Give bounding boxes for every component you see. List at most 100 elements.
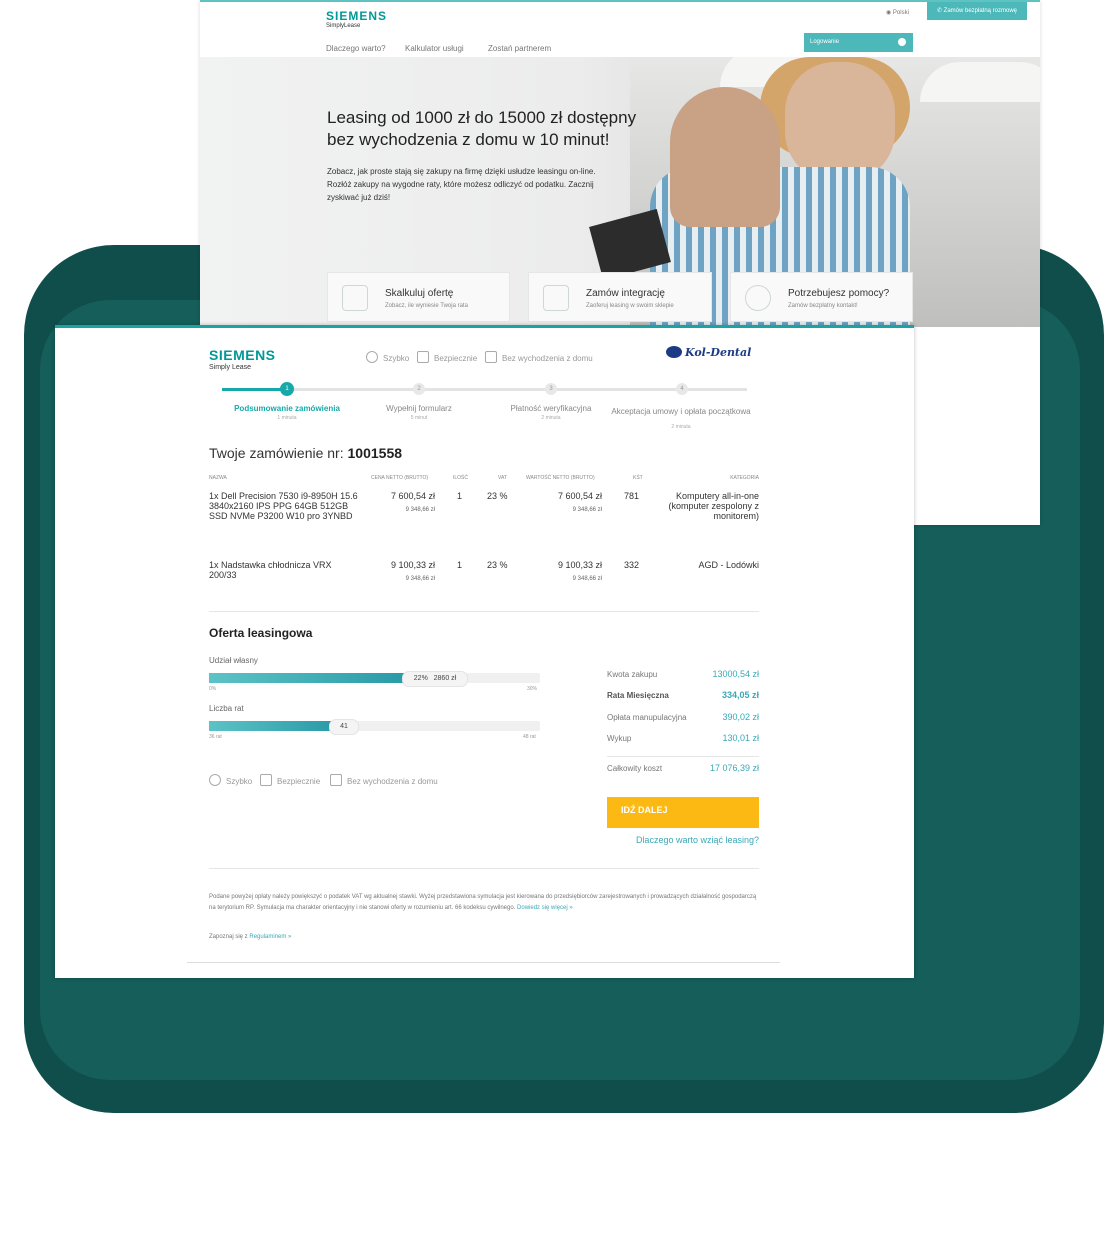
order-label: Twoje zamówienie nr:	[209, 445, 344, 461]
sliders-icon	[342, 285, 368, 311]
terms-link[interactable]: Regulaminem »	[249, 934, 291, 940]
down-payment-handle[interactable]: 22% 2860 zł	[402, 671, 468, 687]
why-leasing-link[interactable]: Dlaczego warto wziąć leasing?	[636, 835, 759, 845]
lock-icon	[417, 351, 429, 363]
go-next-button[interactable]: IDŹ DALEJ	[607, 797, 759, 828]
down-payment-fill	[209, 673, 408, 683]
feature-home: Bez wychodzenia z domu	[330, 774, 438, 786]
summary-divider	[607, 756, 759, 757]
order-number: 1001558	[347, 445, 403, 461]
feature-secure: Bezpiecznie	[260, 774, 320, 786]
order-summary-window: SIEMENS Simply Lease Szybko Bezpiecznie …	[55, 325, 914, 978]
installments-slider[interactable]: 41	[209, 719, 540, 735]
step-4-circle: 4	[676, 383, 688, 395]
card-calculate[interactable]: Skalkuluj ofertę Zobacz, ile wyniesie Tw…	[327, 272, 510, 322]
order-call-label: Zamów bezpłatną rozmowę	[943, 8, 1018, 14]
row1-kst: 781	[624, 491, 640, 501]
feature-label: Bezpiecznie	[277, 777, 321, 786]
order-call-button[interactable]: ✆ Zamów bezpłatną rozmowę	[927, 2, 1027, 20]
feature-label: Szybko	[226, 777, 253, 786]
logo-subtitle: SimplyLease	[326, 23, 361, 29]
divider	[209, 868, 759, 869]
monthly-rate-value: 334,05 zł	[721, 690, 759, 700]
screens-icon	[543, 285, 569, 311]
home-icon	[485, 351, 497, 363]
row1-value-gross: 9 348,66 zł	[572, 507, 602, 513]
feature-label: Bez wychodzenia z domu	[502, 354, 593, 363]
siemens-logo[interactable]: SIEMENS	[326, 9, 387, 23]
login-button[interactable]: Logowanie	[804, 33, 913, 52]
card-title: Zamów integrację	[586, 288, 665, 299]
step-4-label: Akceptacja umowy i opłata początkowa	[611, 407, 751, 416]
down-payment-slider[interactable]: 22% 2860 zł	[209, 671, 540, 687]
installments-value: 41	[340, 723, 348, 730]
feature-fast: Szybko	[209, 774, 252, 786]
down-payment-percent: 22%	[413, 675, 428, 682]
step-4-meta: 2 minuta	[671, 424, 691, 430]
step-1-circle: 1	[280, 382, 294, 396]
row1-category: Komputery all-in-one (komputer zespolony…	[668, 491, 759, 521]
step-1-label: Podsumowanie zamówienia	[234, 404, 340, 413]
row1-name: 1x Dell Precision 7530 i9-8950H 15.6 384…	[209, 491, 358, 521]
feature-home: Bez wychodzenia z domu	[485, 351, 593, 363]
step-3-label: Płatność weryfikacyjna	[510, 404, 592, 413]
page-footer-line	[187, 962, 780, 963]
divider	[209, 611, 759, 612]
feature-secure: Bezpiecznie	[417, 351, 477, 363]
installments-fill	[209, 721, 335, 731]
row1-price: 7 600,54 zł	[390, 491, 435, 501]
nav-partner[interactable]: Zostań partnerem	[488, 44, 551, 53]
man-face-image	[670, 87, 780, 227]
hero-title: Leasing od 1000 zł do 15000 zł dostępny …	[327, 108, 637, 149]
step-3-circle: 3	[545, 383, 557, 395]
down-payment-min: 0%	[209, 686, 217, 692]
step-1-meta: 1 minuta	[277, 415, 297, 421]
partner-emblem-icon	[666, 346, 682, 358]
feature-fast: Szybko	[366, 351, 409, 363]
terms-note: Zapoznaj się z Regulaminem »	[209, 934, 291, 940]
row2-price: 9 100,33 zł	[390, 560, 435, 570]
col-vat: VAT	[498, 475, 507, 481]
buyout-value: 130,01 zł	[722, 733, 759, 743]
row2-value: 9 100,33 zł	[557, 560, 602, 570]
siemens-logo[interactable]: SIEMENS	[209, 347, 276, 363]
monthly-rate-label: Rata Miesięczna	[607, 691, 669, 700]
order-heading: Twoje zamówienie nr: 1001558	[209, 445, 402, 461]
logo-subtitle: Simply Lease	[209, 364, 252, 371]
feature-label: Bez wychodzenia z domu	[347, 777, 438, 786]
language-selector[interactable]: ◉ Polski	[886, 9, 909, 16]
col-kst: KŚT	[633, 475, 643, 481]
nav-calculator[interactable]: Kalkulator usługi	[405, 44, 464, 53]
row1-value: 7 600,54 zł	[557, 491, 602, 501]
clock-icon	[366, 351, 378, 363]
row2-price-gross: 9 348,66 zł	[405, 576, 435, 582]
step-2-meta: 5 minut	[410, 415, 428, 421]
col-category: Kategoria	[730, 475, 759, 481]
installments-max: 48 rat	[523, 734, 536, 740]
col-price: Cena netto (brutto)	[371, 475, 429, 481]
feature-label: Bezpiecznie	[434, 354, 478, 363]
installments-min: 36 rat	[209, 734, 222, 740]
disclaimer: Podane powyżej opłaty należy powiększyć …	[209, 892, 759, 914]
card-integration[interactable]: Zamów integrację Zaoferuj leasing w swoi…	[528, 272, 712, 322]
clock-icon	[209, 774, 221, 786]
progress-track	[222, 388, 747, 391]
buyout-label: Wykup	[607, 734, 632, 743]
card-subtitle: Zamów bezpłatny kontakt!	[788, 303, 858, 309]
headset-icon	[745, 285, 771, 311]
row1-qty: 1	[457, 491, 463, 501]
installments-handle[interactable]: 41	[329, 719, 359, 735]
card-help[interactable]: Potrzebujesz pomocy? Zamów bezpłatny kon…	[730, 272, 913, 322]
offer-title: Oferta leasingowa	[209, 626, 313, 640]
nav-why[interactable]: Dlaczego warto?	[326, 44, 386, 53]
home-icon	[330, 774, 342, 786]
woman-face-image	[785, 62, 895, 182]
step-3-meta: 2 minuta	[541, 415, 561, 421]
card-title: Potrzebujesz pomocy?	[788, 288, 890, 299]
col-qty: Ilość	[453, 475, 469, 481]
learn-more-link[interactable]: Dowiedz się więcej »	[517, 905, 573, 911]
row2-name: 1x Nadstawka chłodnicza VRX 200/33	[209, 560, 332, 580]
down-payment-max: 30%	[527, 686, 538, 692]
row2-value-gross: 9 348,66 zł	[572, 576, 602, 582]
card-title: Skalkuluj ofertę	[385, 288, 454, 299]
